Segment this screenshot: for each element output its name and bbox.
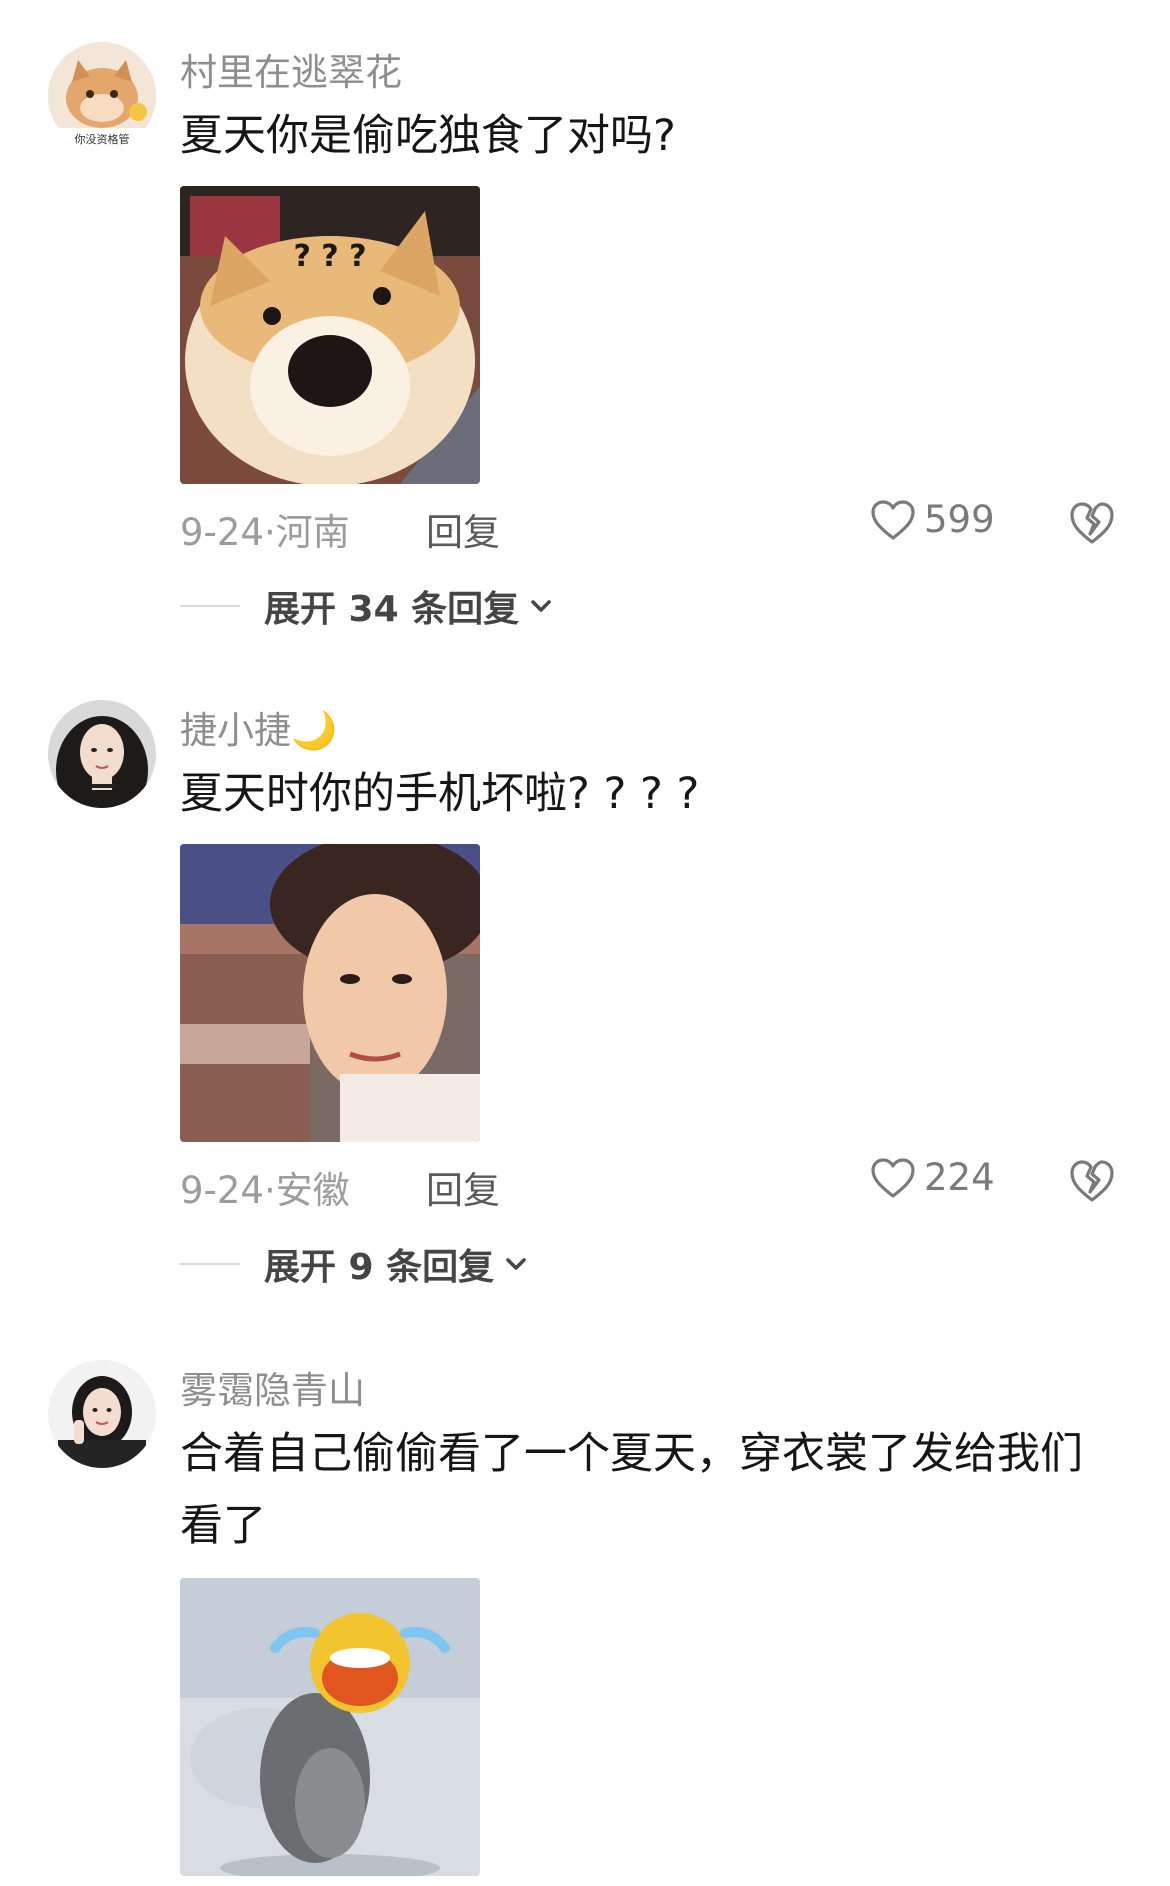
avatar[interactable] (48, 700, 156, 808)
comment-image-shiba-meme[interactable]: ? ? ? (180, 186, 480, 484)
like-button[interactable]: 599 (870, 498, 995, 541)
reply-button[interactable]: 回复 (426, 502, 500, 556)
dislike-button[interactable] (1068, 500, 1116, 548)
expand-replies-label: 展开 9 条回复 (264, 1247, 495, 1288)
username[interactable]: 村里在逃翠花 (180, 42, 402, 96)
comment-image-penguin-meme[interactable] (180, 1578, 480, 1876)
avatar[interactable] (48, 1360, 156, 1468)
divider-line (180, 1263, 240, 1265)
divider-line (180, 605, 240, 607)
avatar[interactable]: 你没资格管 (48, 42, 156, 150)
image-question-marks: ? ? ? (293, 239, 366, 274)
username[interactable]: 捷小捷🌙 (180, 700, 337, 754)
expand-replies-button[interactable]: 展开 34 条回复 (180, 580, 555, 632)
like-count: 224 (924, 1156, 995, 1199)
like-count: 599 (924, 498, 995, 541)
comment-text: 夏天时你的手机坏啦? ? ? ? (180, 769, 700, 819)
like-button[interactable]: 224 (870, 1156, 995, 1199)
comment-text: 合着自己偷偷看了一个夏天，穿衣裳了发给我们看了 (180, 1429, 1083, 1551)
dislike-button[interactable] (1068, 1158, 1116, 1206)
broken-heart-icon (1070, 1160, 1114, 1202)
expand-replies-label: 展开 34 条回复 (264, 589, 520, 630)
expand-replies-button[interactable]: 展开 9 条回复 (180, 1238, 530, 1290)
avatar-badge-text: 你没资格管 (75, 132, 130, 146)
reply-button[interactable]: 回复 (426, 1160, 500, 1214)
date-location: 9-24·安徽 (180, 1169, 350, 1212)
comment-text: 夏天你是偷吃独食了对吗? (180, 111, 676, 161)
chevron-down-icon (531, 600, 551, 612)
comment-image-woman-meme[interactable] (180, 844, 480, 1142)
heart-outline-icon (871, 499, 915, 540)
date-location: 9-24·河南 (180, 511, 350, 554)
chevron-down-icon (506, 1258, 526, 1270)
heart-outline-icon (871, 1157, 915, 1198)
username[interactable]: 雾霭隐青山 (180, 1360, 365, 1414)
broken-heart-icon (1070, 502, 1114, 544)
